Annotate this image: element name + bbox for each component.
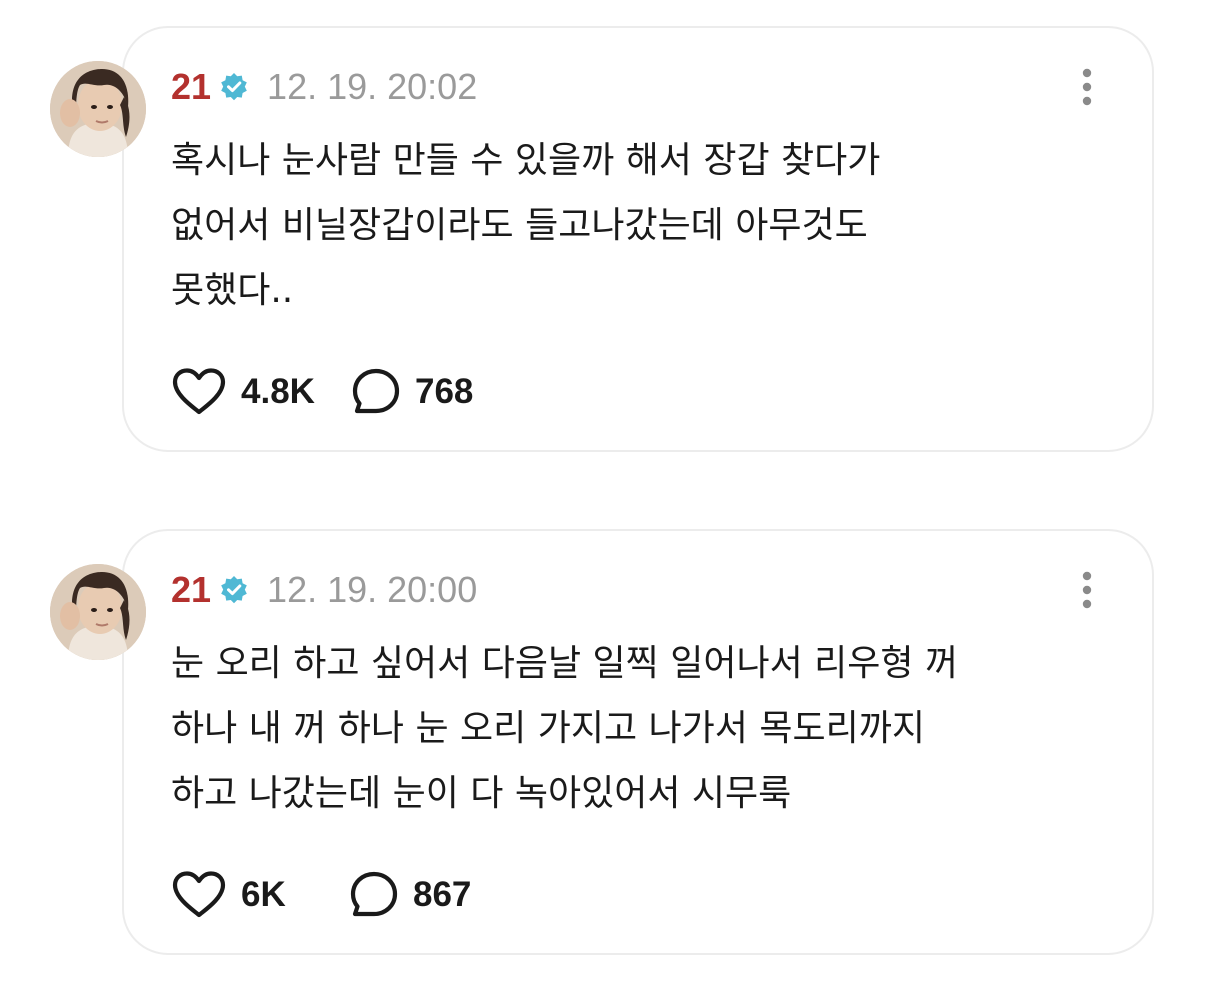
username[interactable]: 21 bbox=[171, 66, 211, 108]
post-actions: 4.8K 768 bbox=[171, 364, 473, 420]
comment-bubble-icon bbox=[352, 368, 400, 414]
post-text-line: 하고 나갔는데 눈이 다 녹아있어서 시무룩 bbox=[171, 773, 792, 814]
post-text-line: 없어서 비닐장갑이라도 들고나갔는데 아무것도 bbox=[171, 205, 868, 246]
post-timestamp: 12. 19. 20:00 bbox=[267, 569, 478, 610]
post-text: 눈 오리 하고 싶어서 다음날 일찍 일어나서 리우형 꺼 하나 내 꺼 하나 … bbox=[171, 631, 1111, 826]
heart-icon bbox=[172, 368, 226, 415]
post-text: 혹시나 눈사람 만들 수 있을까 해서 장갑 찾다가 없어서 비닐장갑이라도 들… bbox=[171, 128, 1111, 323]
like-count: 6K bbox=[241, 875, 286, 914]
post-card: 21 12. 19. 20:00 눈 오리 하고 싶어서 다음날 일찍 일어나서… bbox=[50, 529, 1154, 955]
avatar-image bbox=[50, 564, 146, 660]
username[interactable]: 21 bbox=[171, 569, 211, 611]
like-button[interactable]: 4.8K bbox=[171, 367, 351, 417]
comment-button[interactable]: 768 bbox=[351, 367, 473, 417]
post-text-line: 눈 오리 하고 싶어서 다음날 일찍 일어나서 리우형 꺼 bbox=[171, 643, 959, 684]
avatar[interactable] bbox=[50, 564, 146, 660]
avatar-image bbox=[50, 61, 146, 157]
heart-icon bbox=[172, 871, 226, 918]
more-vertical-icon[interactable] bbox=[1080, 570, 1094, 610]
comment-bubble-icon bbox=[350, 871, 398, 917]
more-vertical-icon[interactable] bbox=[1080, 67, 1094, 107]
post-text-line: 혹시나 눈사람 만들 수 있을까 해서 장갑 찾다가 bbox=[171, 140, 881, 181]
post-header: 21 12. 19. 20:00 bbox=[171, 567, 477, 613]
comment-count: 768 bbox=[415, 372, 474, 411]
comment-count: 867 bbox=[413, 875, 472, 914]
post-header: 21 12. 19. 20:02 bbox=[171, 64, 477, 110]
post-text-line: 하나 내 꺼 하나 눈 오리 가지고 나가서 목도리까지 bbox=[171, 708, 925, 749]
post-card: 21 12. 19. 20:02 혹시나 눈사람 만들 수 있을까 해서 장갑 … bbox=[50, 26, 1154, 452]
avatar[interactable] bbox=[50, 61, 146, 157]
verified-badge-icon bbox=[221, 576, 247, 604]
post-text-line: 못했다.. bbox=[171, 270, 294, 311]
post-timestamp: 12. 19. 20:02 bbox=[267, 66, 478, 107]
verified-badge-icon bbox=[221, 73, 247, 101]
comment-button[interactable]: 867 bbox=[349, 870, 471, 920]
like-button[interactable]: 6K bbox=[171, 870, 349, 920]
like-count: 4.8K bbox=[241, 372, 315, 411]
post-actions: 6K 867 bbox=[171, 867, 471, 923]
